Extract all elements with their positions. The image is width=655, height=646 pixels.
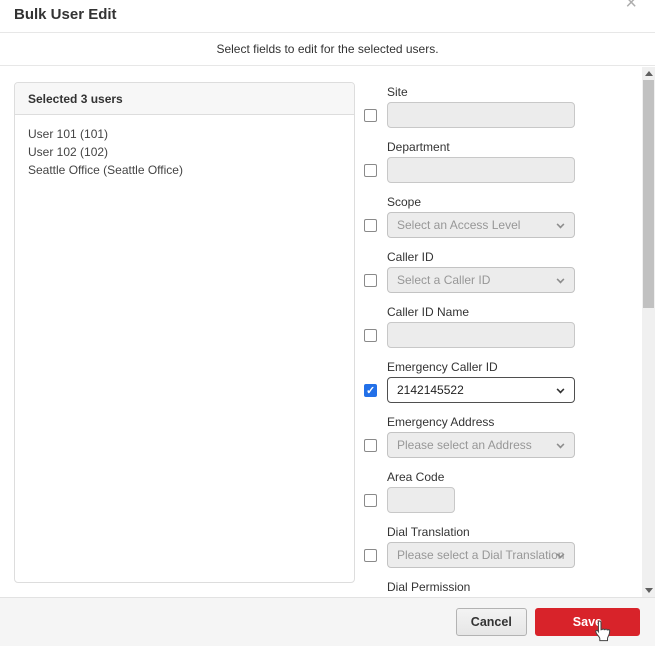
select-value: Select a Caller ID (397, 273, 490, 287)
dialog-title: Bulk User Edit (14, 6, 117, 23)
bulk-user-edit-dialog: Bulk User Edit × Select fields to edit f… (0, 0, 655, 646)
list-item: User 102 (102) (28, 143, 341, 161)
site-input[interactable] (387, 102, 575, 128)
scrollbar-up-arrow[interactable] (642, 67, 655, 80)
field-row-caller-id-name: Caller ID Name (364, 305, 580, 348)
field-row-dial-permission: Dial Permission (364, 580, 580, 597)
selected-users-panel: Selected 3 users User 101 (101)User 102 … (14, 82, 355, 583)
chevron-down-icon (557, 276, 565, 284)
select-value: 2142145522 (397, 383, 464, 397)
field-label: Dial Permission (387, 580, 580, 595)
area-code-checkbox[interactable] (364, 494, 377, 507)
department-checkbox[interactable] (364, 164, 377, 177)
scope-select[interactable]: Select an Access Level (387, 212, 575, 238)
select-value: Please select a Dial Translation (397, 548, 564, 562)
field-label: Dial Translation (387, 525, 580, 540)
field-label: Emergency Caller ID (387, 360, 580, 375)
list-item: User 101 (101) (28, 125, 341, 143)
chevron-down-icon (557, 221, 565, 229)
dialog-body: Selected 3 users User 101 (101)User 102 … (0, 67, 642, 597)
emergency-caller-id-checkbox[interactable] (364, 384, 377, 397)
emergency-address-select[interactable]: Please select an Address (387, 432, 575, 458)
save-button[interactable]: Save (535, 608, 640, 636)
edit-fields-column: Site Department Scope Select an Access L… (364, 85, 580, 597)
field-label: Site (387, 85, 580, 100)
emergency-caller-id-select[interactable]: 2142145522 (387, 377, 575, 403)
field-label: Area Code (387, 470, 580, 485)
dialog-header: Bulk User Edit × (0, 0, 655, 33)
dialog-subtitle: Select fields to edit for the selected u… (0, 34, 655, 66)
field-row-site: Site (364, 85, 580, 128)
chevron-down-icon (557, 441, 565, 449)
field-row-area-code: Area Code (364, 470, 580, 513)
field-label: Emergency Address (387, 415, 580, 430)
caller-id-select[interactable]: Select a Caller ID (387, 267, 575, 293)
caller-id-checkbox[interactable] (364, 274, 377, 287)
field-label: Caller ID (387, 250, 580, 265)
field-row-scope: Scope Select an Access Level (364, 195, 580, 238)
field-row-emergency-caller-id: Emergency Caller ID 2142145522 (364, 360, 580, 403)
cancel-button[interactable]: Cancel (456, 608, 527, 636)
field-label: Department (387, 140, 580, 155)
selected-users-list: User 101 (101)User 102 (102)Seattle Offi… (15, 115, 354, 189)
dial-translation-checkbox[interactable] (364, 549, 377, 562)
chevron-down-icon (557, 386, 565, 394)
area-code-input[interactable] (387, 487, 455, 513)
dialog-footer: Cancel Save (0, 597, 655, 646)
caller-id-name-checkbox[interactable] (364, 329, 377, 342)
up-triangle-icon (645, 71, 653, 76)
vertical-scrollbar[interactable] (642, 67, 655, 597)
scope-checkbox[interactable] (364, 219, 377, 232)
caller-id-name-input[interactable] (387, 322, 575, 348)
department-input[interactable] (387, 157, 575, 183)
field-label: Caller ID Name (387, 305, 580, 320)
field-row-department: Department (364, 140, 580, 183)
site-checkbox[interactable] (364, 109, 377, 122)
field-row-caller-id: Caller ID Select a Caller ID (364, 250, 580, 293)
selected-users-header: Selected 3 users (15, 83, 354, 115)
close-icon[interactable]: × (625, 0, 637, 13)
emergency-address-checkbox[interactable] (364, 439, 377, 452)
scrollbar-down-arrow[interactable] (642, 584, 655, 597)
field-row-emergency-address: Emergency Address Please select an Addre… (364, 415, 580, 458)
field-row-dial-translation: Dial Translation Please select a Dial Tr… (364, 525, 580, 568)
dial-translation-select[interactable]: Please select a Dial Translation (387, 542, 575, 568)
scrollbar-thumb[interactable] (643, 80, 654, 308)
down-triangle-icon (645, 588, 653, 593)
select-value: Please select an Address (397, 438, 532, 452)
field-label: Scope (387, 195, 580, 210)
select-value: Select an Access Level (397, 218, 520, 232)
list-item: Seattle Office (Seattle Office) (28, 161, 341, 179)
